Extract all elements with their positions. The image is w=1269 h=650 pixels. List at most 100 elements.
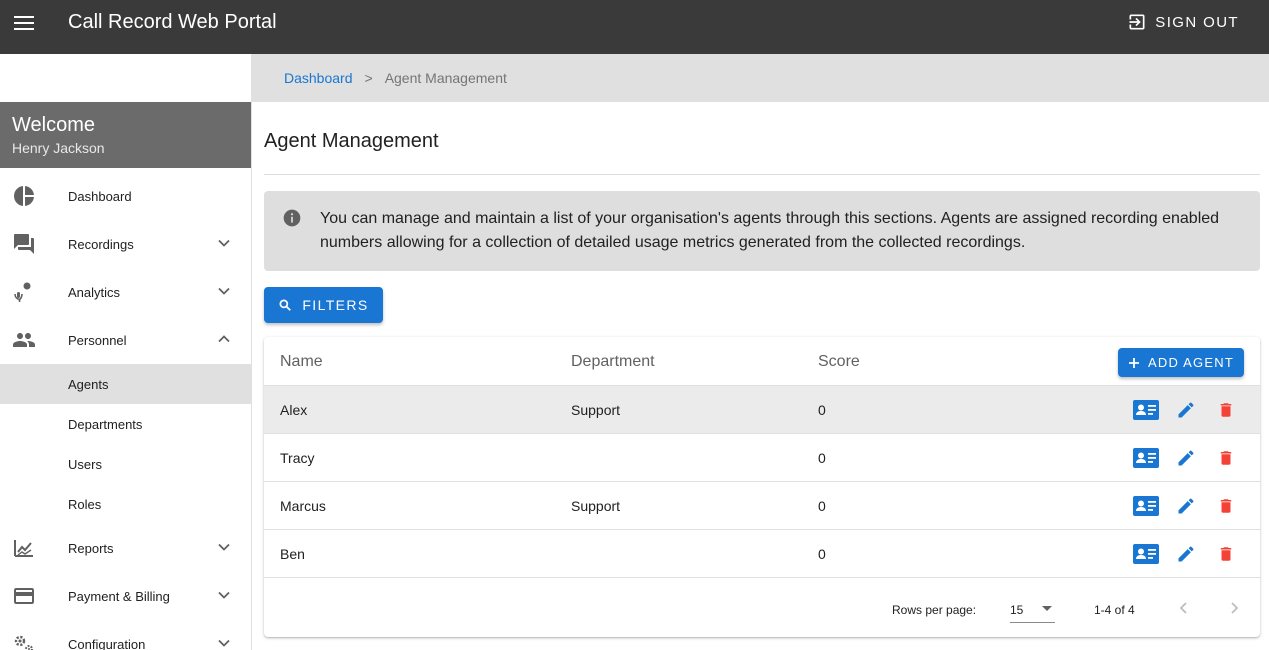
breadcrumb-dashboard-link[interactable]: Dashboard (284, 70, 353, 86)
contact-card-icon[interactable] (1133, 494, 1159, 518)
exit-icon (1129, 14, 1145, 30)
sidebar-item-label: Dashboard (68, 188, 132, 204)
cell-name: Marcus (280, 498, 326, 514)
sidebar-item-dashboard[interactable]: Dashboard (0, 172, 251, 220)
contact-card-icon[interactable] (1133, 542, 1159, 566)
cell-department: Support (571, 498, 621, 514)
next-page-button[interactable] (1221, 595, 1247, 621)
welcome-panel: Welcome Henry Jackson (0, 102, 251, 168)
cell-name: Tracy (280, 450, 315, 466)
credit-card-icon (14, 588, 34, 604)
edit-icon[interactable] (1173, 446, 1199, 470)
sidebar-subitem-label: Departments (68, 416, 143, 432)
sign-out-label: SIGN OUT (1155, 13, 1239, 31)
table-row[interactable]: Tracy 0 (264, 434, 1260, 482)
agents-table: Name Department Score ADD AGENT Alex Sup… (264, 337, 1260, 637)
welcome-title: Welcome (12, 114, 95, 136)
table-row[interactable]: Ben 0 (264, 530, 1260, 578)
title-divider (264, 174, 1260, 175)
chevron-right-icon (1231, 602, 1239, 614)
contact-card-icon[interactable] (1133, 398, 1159, 422)
chevron-down-icon (218, 543, 230, 551)
add-agent-label: ADD AGENT (1148, 355, 1234, 370)
people-icon (13, 333, 35, 347)
chevron-down-icon (218, 239, 230, 247)
sidebar-item-analytics[interactable]: Analytics (0, 268, 251, 316)
cell-score: 0 (818, 402, 826, 418)
contact-card-icon[interactable] (1133, 446, 1159, 470)
sidebar-item-label: Recordings (68, 236, 134, 252)
chevron-left-icon (1179, 602, 1187, 614)
delete-icon[interactable] (1213, 542, 1239, 566)
rows-per-page-value: 15 (1010, 603, 1024, 617)
sidebar-item-roles[interactable]: Roles (0, 484, 251, 524)
dropdown-arrow-icon (1042, 606, 1052, 611)
record-voice-icon (14, 282, 31, 302)
sidebar-item-reports[interactable]: Reports (0, 524, 251, 572)
breadcrumb-separator: > (364, 70, 373, 86)
sidebar-item-payment-billing[interactable]: Payment & Billing (0, 572, 251, 620)
previous-page-button[interactable] (1171, 595, 1197, 621)
filters-label: FILTERS (302, 297, 369, 313)
table-row[interactable]: Alex Support 0 (264, 386, 1260, 434)
sidebar-item-users[interactable]: Users (0, 444, 251, 484)
delete-icon[interactable] (1213, 494, 1239, 518)
add-agent-button[interactable]: ADD AGENT (1118, 348, 1244, 377)
sidebar-subitem-label: Roles (68, 496, 102, 512)
sidebar-subitem-label: Users (68, 456, 102, 472)
breadcrumb-current: Agent Management (384, 70, 507, 86)
pagination-range: 1-4 of 4 (1094, 603, 1135, 617)
rows-per-page-label: Rows per page: (892, 603, 977, 617)
info-text: You can manage and maintain a list of yo… (320, 210, 1220, 251)
cell-score: 0 (818, 546, 826, 562)
settings-cogs-icon (14, 635, 33, 650)
sidebar-item-configuration[interactable]: Configuration (0, 620, 251, 650)
chevron-down-icon (218, 287, 230, 295)
chevron-down-icon (218, 591, 230, 599)
edit-icon[interactable] (1173, 494, 1199, 518)
menu-icon[interactable] (10, 9, 38, 37)
column-header-department[interactable]: Department (571, 353, 655, 371)
chevron-up-icon (218, 335, 230, 343)
sidebar-item-recordings[interactable]: Recordings (0, 220, 251, 268)
sidebar-item-label: Payment & Billing (68, 588, 170, 604)
page-title: Agent Management (264, 130, 439, 152)
cell-department: Support (571, 402, 621, 418)
delete-icon[interactable] (1213, 398, 1239, 422)
sidebar-item-label: Analytics (68, 284, 121, 300)
nav-list: Dashboard Recordings Analytics Personnel… (0, 172, 251, 650)
sidebar-item-departments[interactable]: Departments (0, 404, 251, 444)
table-pagination: Rows per page: 15 1-4 of 4 (264, 579, 1260, 637)
sidebar-item-agents[interactable]: Agents (0, 364, 251, 404)
rows-per-page-select[interactable]: 15 (1010, 597, 1055, 623)
pie-chart-icon (14, 186, 34, 206)
trending-chart-icon (14, 540, 33, 557)
delete-icon[interactable] (1213, 446, 1239, 470)
cell-score: 0 (818, 450, 826, 466)
filters-button[interactable]: FILTERS (264, 287, 383, 323)
breadcrumb: Dashboard > Agent Management (252, 54, 1269, 102)
sidebar-subitem-label: Agents (68, 376, 109, 392)
table-row[interactable]: Marcus Support 0 (264, 482, 1260, 530)
sign-out-button[interactable]: SIGN OUT (1113, 4, 1253, 40)
sidebar: Welcome Henry Jackson Dashboard Recordin… (0, 54, 252, 650)
cell-name: Ben (280, 546, 305, 562)
info-alert: You can manage and maintain a list of yo… (264, 191, 1260, 271)
column-header-score[interactable]: Score (818, 353, 860, 371)
column-header-name[interactable]: Name (280, 353, 323, 371)
sidebar-item-label: Personnel (68, 332, 127, 348)
sidebar-item-personnel[interactable]: Personnel (0, 316, 251, 364)
table-header: Name Department Score ADD AGENT (264, 337, 1260, 386)
forum-icon (14, 234, 34, 254)
sidebar-item-label: Configuration (68, 636, 146, 650)
sidebar-item-label: Reports (68, 540, 114, 556)
edit-icon[interactable] (1173, 398, 1199, 422)
user-name: Henry Jackson (12, 140, 105, 156)
info-icon (283, 209, 301, 227)
chevron-down-icon (218, 639, 230, 647)
edit-icon[interactable] (1173, 542, 1199, 566)
cell-score: 0 (818, 498, 826, 514)
plus-icon (1129, 357, 1140, 368)
cell-name: Alex (280, 402, 308, 418)
search-icon (279, 299, 292, 311)
